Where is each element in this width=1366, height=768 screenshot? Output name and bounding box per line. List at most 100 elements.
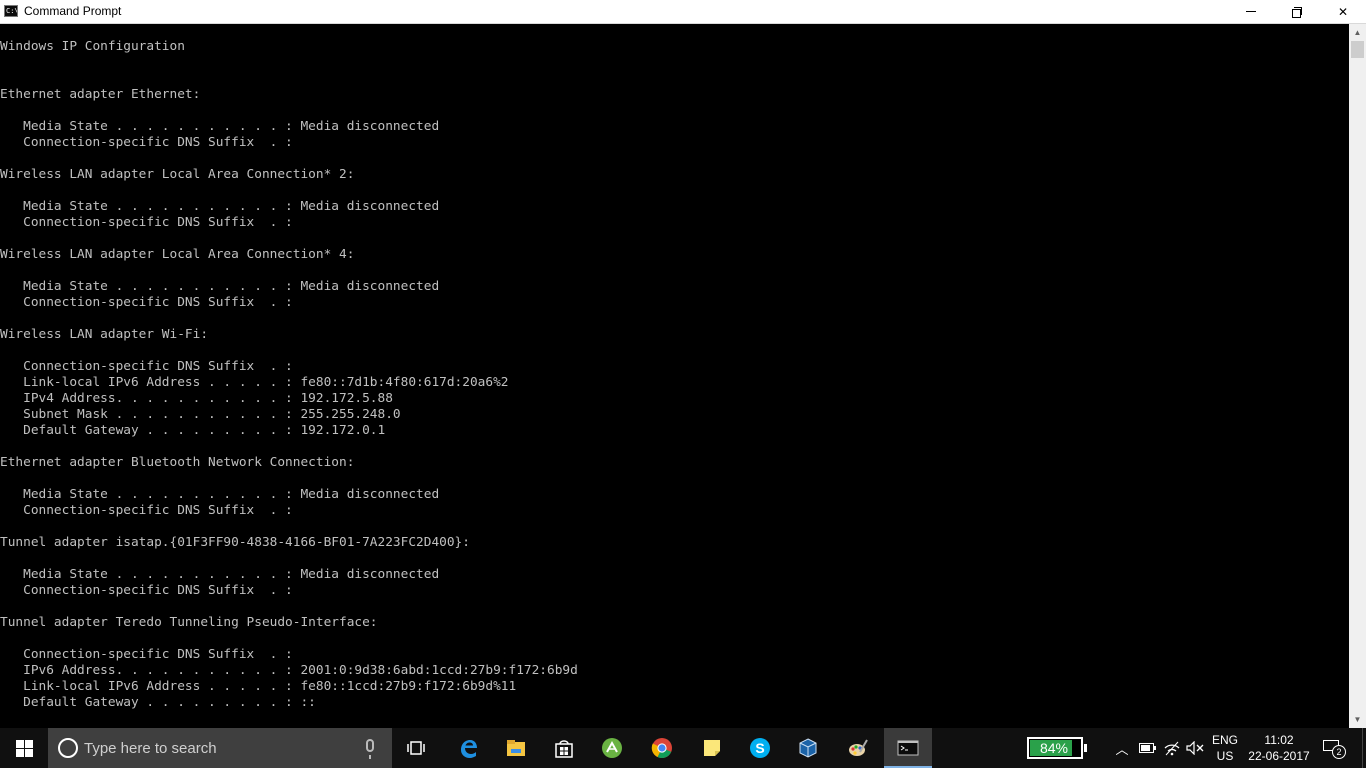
svg-text:S: S xyxy=(755,740,764,756)
title-bar[interactable]: C:\ Command Prompt ✕ xyxy=(0,0,1366,24)
battery-meter[interactable]: 84% xyxy=(1027,737,1087,759)
console-line: Ethernet adapter Bluetooth Network Conne… xyxy=(0,455,355,470)
console-line: Media State . . . . . . . . . . . : Medi… xyxy=(0,199,440,214)
microphone-icon[interactable] xyxy=(366,739,374,759)
store-icon xyxy=(555,740,573,758)
network-tray-button[interactable] xyxy=(1162,739,1182,757)
window-title: Command Prompt xyxy=(24,4,122,18)
file-explorer-icon xyxy=(507,740,525,756)
console-line: Link-local IPv6 Address . . . . . : fe80… xyxy=(0,679,517,694)
close-button[interactable]: ✕ xyxy=(1320,0,1366,23)
volume-tray-button[interactable] xyxy=(1185,739,1205,757)
console-text: Windows IP Configuration Ethernet adapter… xyxy=(0,39,578,711)
console-line: Connection-specific DNS Suffix . : xyxy=(0,647,293,662)
minimize-icon xyxy=(1246,11,1256,12)
scrollbar-thumb[interactable] xyxy=(1351,41,1364,58)
clock[interactable]: 11:02 22-06-2017 xyxy=(1244,732,1314,764)
skype-button[interactable]: S xyxy=(736,728,784,768)
paint-icon xyxy=(849,739,868,756)
console-line: Ethernet adapter Ethernet: xyxy=(0,87,201,102)
console-line: Connection-specific DNS Suffix . : xyxy=(0,215,293,230)
console-line: Tunnel adapter isatap.{01F3FF90-4838-416… xyxy=(0,535,470,550)
sticky-notes-icon xyxy=(704,740,720,756)
scroll-down-button[interactable]: ▼ xyxy=(1349,711,1366,728)
skype-icon: S xyxy=(750,738,770,758)
windows-logo-icon xyxy=(15,739,33,757)
console-line: Media State . . . . . . . . . . . : Medi… xyxy=(0,279,440,294)
android-studio-button[interactable] xyxy=(588,728,636,768)
paint-button[interactable] xyxy=(834,728,882,768)
show-hidden-icons-button[interactable]: ︿ xyxy=(1113,739,1131,758)
console-line: Wireless LAN adapter Local Area Connecti… xyxy=(0,167,355,182)
console-line: IPv6 Address. . . . . . . . . . . : 2001… xyxy=(0,663,578,678)
task-view-button[interactable] xyxy=(392,728,440,768)
console-line: IPv4 Address. . . . . . . . . . . : 192.… xyxy=(0,391,393,406)
chevron-down-icon: ▼ xyxy=(1353,715,1362,724)
console-line: Media State . . . . . . . . . . . : Medi… xyxy=(0,487,440,502)
console-line: Media State . . . . . . . . . . . : Medi… xyxy=(0,119,440,134)
edge-icon xyxy=(461,740,477,758)
cortana-icon xyxy=(58,738,78,758)
console-line: Connection-specific DNS Suffix . : xyxy=(0,583,293,598)
restore-button[interactable] xyxy=(1274,0,1320,23)
file-explorer-button[interactable] xyxy=(492,728,540,768)
show-desktop-button[interactable] xyxy=(1362,728,1366,768)
power-tray-button[interactable] xyxy=(1138,739,1158,757)
command-prompt-icon xyxy=(897,740,919,756)
virtualbox-icon xyxy=(799,738,817,758)
wifi-icon xyxy=(1164,741,1180,756)
scroll-up-button[interactable]: ▲ xyxy=(1349,24,1366,41)
console-line: Connection-specific DNS Suffix . : xyxy=(0,295,293,310)
console-line: Wireless LAN adapter Wi-Fi: xyxy=(0,327,209,342)
taskbar: Type here to search S 84% ︿ ENG US 11:02… xyxy=(0,728,1366,768)
console-line: Windows IP Configuration xyxy=(0,39,185,54)
virtualbox-button[interactable] xyxy=(784,728,832,768)
clock-date: 22-06-2017 xyxy=(1248,749,1310,763)
task-view-icon xyxy=(407,741,425,755)
console-line: Subnet Mask . . . . . . . . . . . : 255.… xyxy=(0,407,401,422)
keyboard-layout-label: US xyxy=(1216,749,1234,763)
store-button[interactable] xyxy=(540,728,588,768)
console-line: Media State . . . . . . . . . . . : Medi… xyxy=(0,567,440,582)
console-line: Default Gateway . . . . . . . . . : 192.… xyxy=(0,423,386,438)
edge-button[interactable] xyxy=(444,728,492,768)
restore-icon xyxy=(1292,6,1302,18)
chrome-icon xyxy=(651,738,672,759)
command-prompt-button[interactable] xyxy=(884,728,932,768)
console-line: Link-local IPv6 Address . . . . . : fe80… xyxy=(0,375,509,390)
language-label: ENG xyxy=(1211,733,1238,747)
sticky-notes-button[interactable] xyxy=(688,728,736,768)
chevron-up-icon: ▲ xyxy=(1353,28,1362,37)
battery-nub xyxy=(1084,744,1087,752)
start-button[interactable] xyxy=(0,728,48,768)
console-output[interactable]: Windows IP Configuration Ethernet adapter… xyxy=(0,24,1349,728)
chevron-up-icon: ︿ xyxy=(1115,742,1129,758)
action-center-button[interactable]: 2 xyxy=(1320,737,1346,759)
android-studio-icon xyxy=(602,738,622,758)
console-line: Connection-specific DNS Suffix . : xyxy=(0,359,293,374)
console-line: Connection-specific DNS Suffix . : xyxy=(0,135,293,150)
battery-percent: 84% xyxy=(1039,740,1069,756)
chrome-button[interactable] xyxy=(638,728,686,768)
minimize-button[interactable] xyxy=(1228,0,1274,23)
search-box[interactable]: Type here to search xyxy=(48,728,392,768)
battery-icon xyxy=(1139,743,1156,753)
vertical-scrollbar[interactable]: ▲ ▼ xyxy=(1349,24,1366,728)
input-language-button[interactable]: ENG US xyxy=(1208,732,1242,764)
clock-time: 11:02 xyxy=(1264,733,1294,747)
console-line: Tunnel adapter Teredo Tunneling Pseudo-I… xyxy=(0,615,378,630)
